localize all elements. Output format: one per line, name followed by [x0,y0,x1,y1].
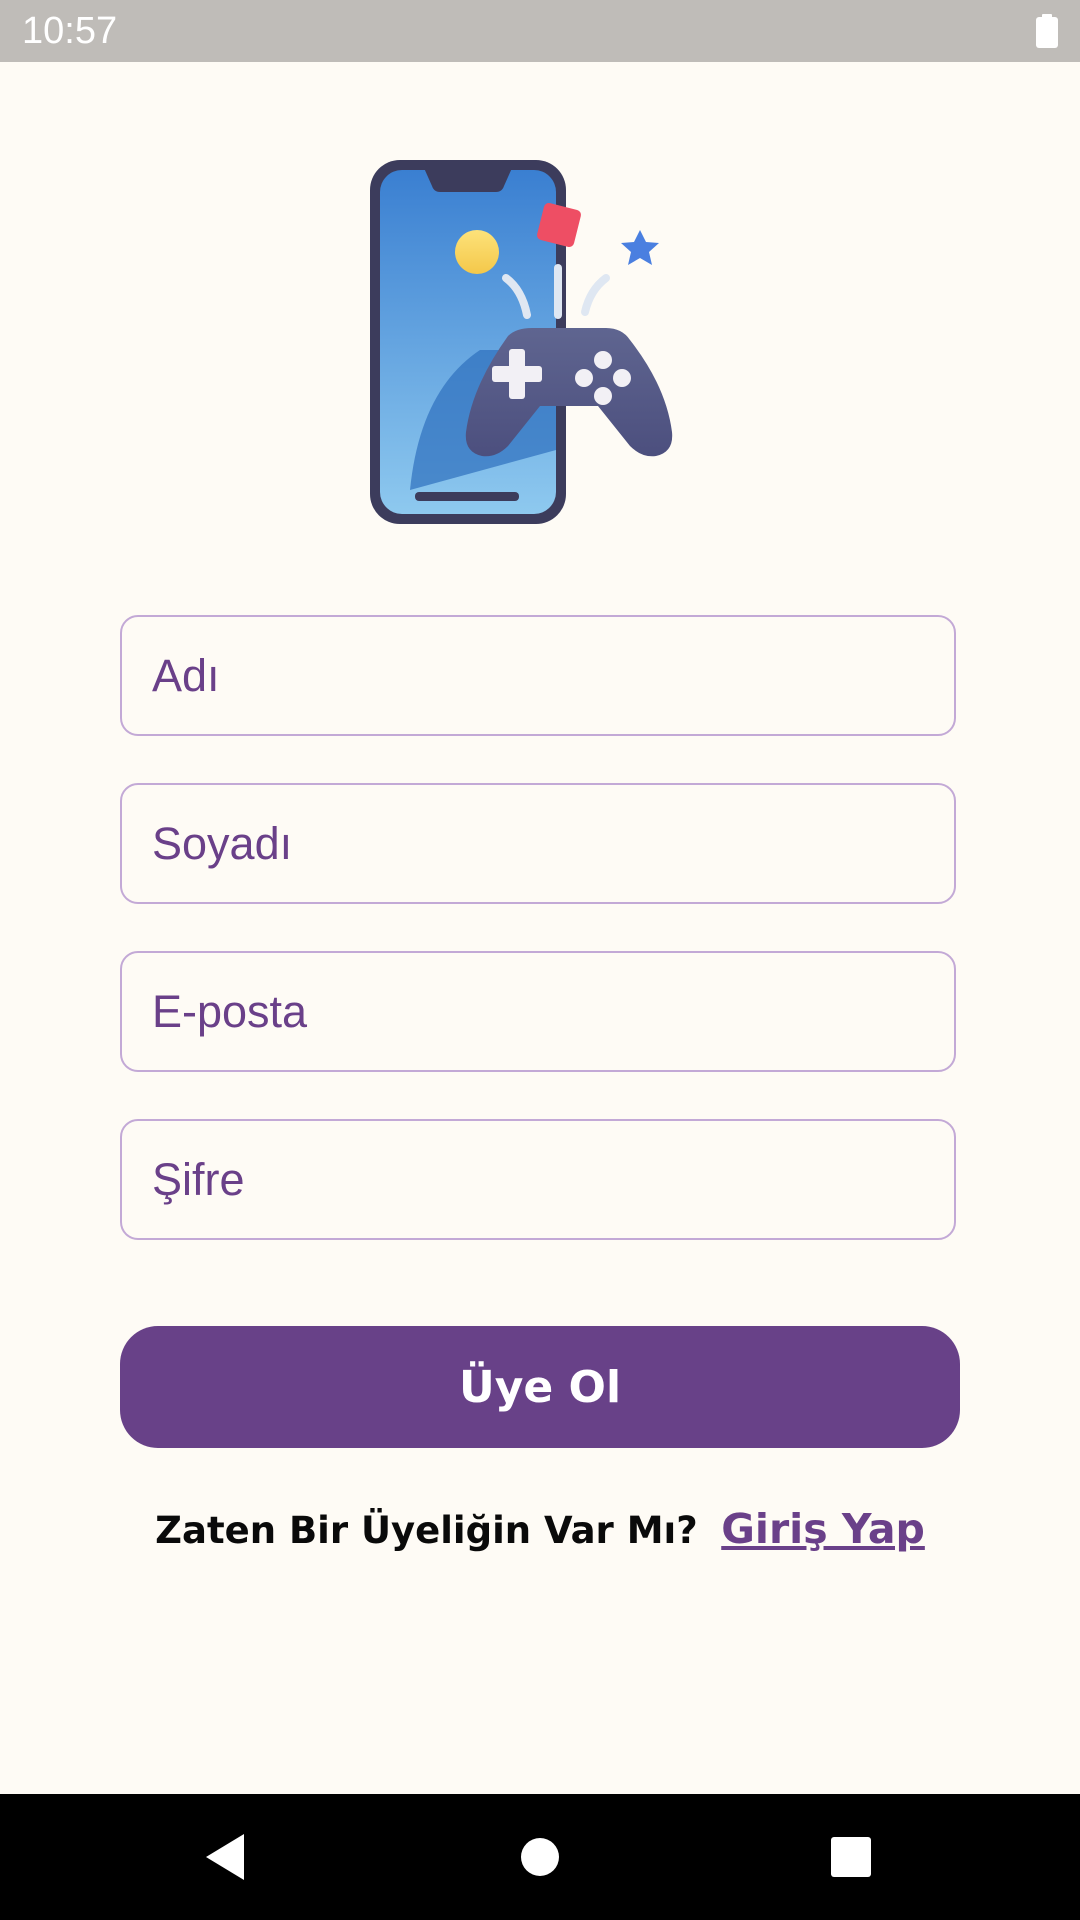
back-triangle-icon[interactable] [192,1824,258,1890]
email-placeholder: E-posta [152,985,308,1037]
recents-square-icon[interactable] [818,1824,884,1890]
password-field[interactable]: Şifre [120,1119,956,1240]
battery-full-icon [1036,14,1058,48]
phone-gamepad-illustration [370,160,673,524]
password-placeholder: Şifre [152,1153,245,1205]
login-prompt-text: Zaten Bir Üyeliğin Var Mı? [155,1509,698,1552]
first-name-placeholder: Adı [152,649,220,701]
login-prompt-row: Zaten Bir Üyeliğin Var Mı? Giriş Yap [0,1505,1080,1553]
last-name-placeholder: Soyadı [152,817,293,869]
last-name-field[interactable]: Soyadı [120,783,956,904]
status-time: 10:57 [22,10,118,52]
navigation-bar [0,1794,1080,1920]
register-button[interactable]: Üye Ol [120,1326,960,1448]
email-field[interactable]: E-posta [120,951,956,1072]
first-name-field[interactable]: Adı [120,615,956,736]
login-link[interactable]: Giriş Yap [721,1505,925,1553]
status-bar: 10:57 [0,0,1080,62]
home-circle-icon[interactable] [507,1824,573,1890]
